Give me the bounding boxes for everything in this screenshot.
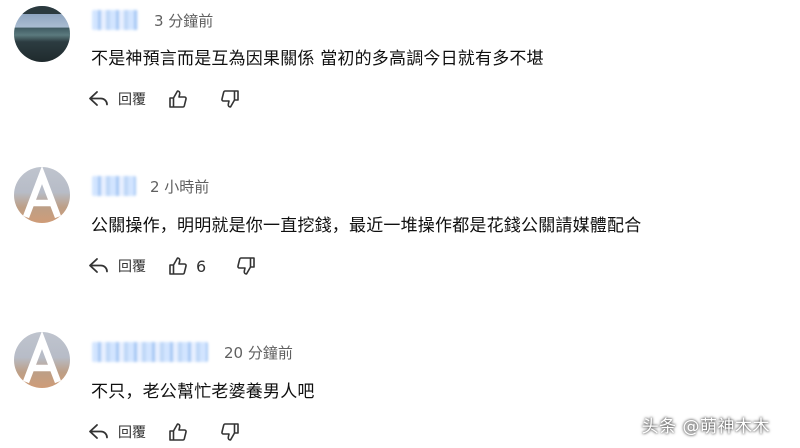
avatar-letter-glyph	[22, 332, 62, 384]
reply-button[interactable]: 回覆	[88, 256, 168, 276]
comment-text: 不只，老公幫忙老婆養男人吧	[91, 382, 315, 402]
reply-label: 回覆	[118, 425, 146, 441]
reply-button[interactable]: 回覆	[88, 89, 168, 109]
like-button[interactable]: 6	[168, 256, 224, 276]
author-name[interactable]	[92, 10, 138, 30]
comment-time[interactable]: 3 分鐘前	[154, 10, 213, 31]
comment-header: 2 小時前	[92, 174, 209, 198]
reply-icon	[89, 91, 108, 106]
avatar[interactable]	[14, 167, 70, 223]
avatar[interactable]	[14, 6, 70, 62]
comment-header: 3 分鐘前	[92, 8, 213, 32]
thumbs-up-icon	[169, 257, 187, 275]
comment-actions: 回覆	[88, 417, 240, 447]
comment-actions: 回覆	[88, 84, 240, 114]
avatar-letter-glyph	[22, 167, 62, 219]
reply-label: 回覆	[118, 92, 146, 108]
like-button[interactable]	[168, 89, 220, 109]
comment-text: 公關操作，明明就是你一直挖錢，最近一堆操作都是花錢公關請媒體配合	[91, 216, 642, 236]
reply-icon	[89, 424, 108, 439]
watermark: 头条 @萌神木木	[641, 417, 770, 437]
comment-text: 不是神預言而是互為因果關係 當初的多高調今日就有多不堪	[91, 49, 544, 69]
reply-label: 回覆	[118, 259, 146, 275]
author-name[interactable]	[92, 342, 208, 362]
thumbs-down-icon	[221, 423, 239, 441]
comment-actions: 回覆 6	[88, 251, 256, 281]
thumbs-up-icon	[169, 423, 187, 441]
thumbs-up-icon	[169, 90, 187, 108]
author-name[interactable]	[92, 176, 136, 196]
dislike-button[interactable]	[220, 422, 240, 442]
dislike-button[interactable]	[220, 89, 240, 109]
comment-time[interactable]: 2 小時前	[150, 176, 209, 197]
reply-icon	[89, 258, 108, 273]
like-button[interactable]	[168, 422, 220, 442]
comment-time[interactable]: 20 分鐘前	[224, 342, 293, 363]
thumbs-down-icon	[237, 257, 255, 275]
dislike-button[interactable]	[236, 256, 256, 276]
comment-header: 20 分鐘前	[92, 340, 293, 364]
thumbs-down-icon	[221, 90, 239, 108]
avatar[interactable]	[14, 332, 70, 388]
like-count: 6	[196, 256, 207, 276]
reply-button[interactable]: 回覆	[88, 422, 168, 442]
